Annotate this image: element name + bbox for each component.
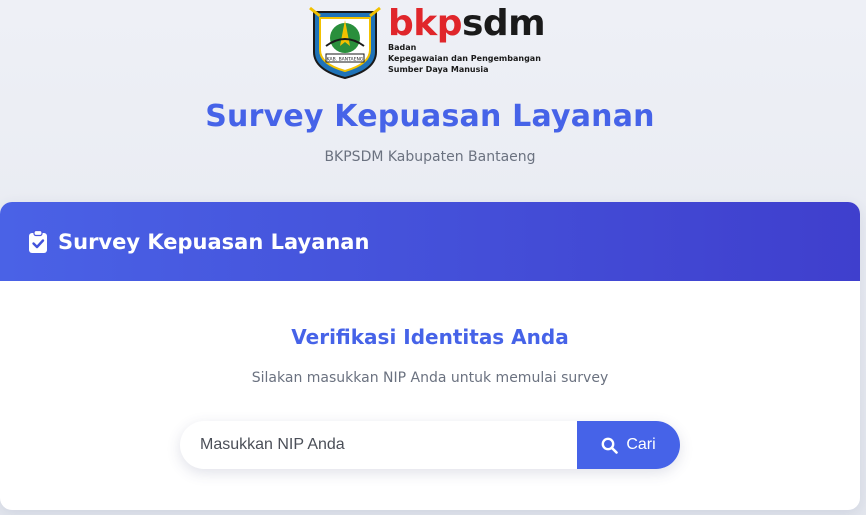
- page-title: Survey Kepuasan Layanan: [205, 99, 655, 134]
- brand-suffix: sdm: [461, 3, 546, 44]
- page-subtitle: BKPSDM Kabupaten Bantaeng: [324, 149, 536, 165]
- card-body: Verifikasi Identitas Anda Silakan masukk…: [0, 281, 860, 510]
- brand-block: bkpsdm Badan Kepegawaian dan Pengembanga…: [388, 2, 546, 75]
- brand-sub-line: Kepegawaian dan Pengembangan: [388, 54, 541, 63]
- clipboard-check-icon: [29, 229, 47, 253]
- bkpsdm-logo: KAB. BANTAENG bkpsdm Badan Kepegawaian d…: [306, 2, 556, 80]
- verify-subtitle: Silakan masukkan NIP Anda untuk memulai …: [251, 370, 609, 386]
- emblem-caption: KAB. BANTAENG: [327, 57, 364, 63]
- survey-card: Survey Kepuasan Layanan Verifikasi Ident…: [0, 202, 860, 510]
- search-icon: [601, 437, 619, 454]
- page-header: KAB. BANTAENG bkpsdm Badan Kepegawaian d…: [0, 0, 866, 200]
- card-title: Survey Kepuasan Layanan: [58, 229, 370, 254]
- search-button[interactable]: Cari: [577, 421, 680, 469]
- brand-name: bkpsdm: [388, 2, 546, 46]
- brand-subtitle: Badan Kepegawaian dan Pengembangan Sumbe…: [388, 42, 545, 75]
- nip-input[interactable]: [180, 421, 577, 469]
- brand-prefix: bkp: [388, 3, 462, 44]
- brand-sub-line: Sumber Daya Manusia: [388, 65, 489, 74]
- card-header: Survey Kepuasan Layanan: [0, 202, 860, 281]
- verify-title: Verifikasi Identitas Anda: [291, 325, 569, 349]
- nip-search-form: Cari: [180, 421, 680, 469]
- bantaeng-emblem-icon: KAB. BANTAENG: [309, 6, 381, 80]
- search-button-label: Cari: [626, 436, 656, 453]
